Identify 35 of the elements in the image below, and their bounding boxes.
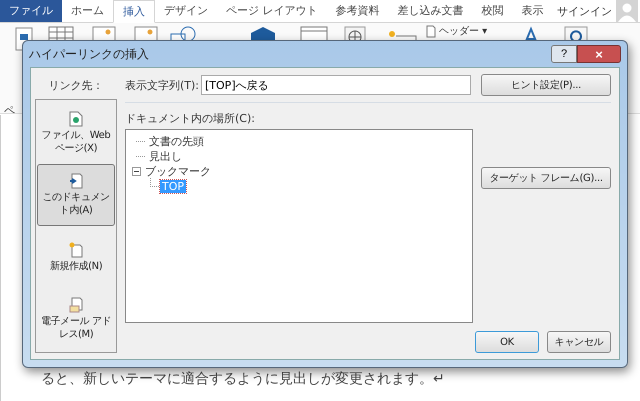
sign-in-link[interactable]: サインイン bbox=[557, 4, 612, 18]
tree-item[interactable]: 見出し bbox=[147, 149, 184, 164]
link-to-option[interactable]: このドキュメント内(A) bbox=[37, 164, 115, 226]
hint-button[interactable]: ヒント設定(P)... bbox=[481, 74, 611, 96]
ribbon-tab[interactable]: ページ レイアウト bbox=[217, 0, 326, 22]
mail-document-icon bbox=[69, 297, 83, 313]
web-page-icon bbox=[69, 111, 83, 127]
ribbon-tab[interactable]: 参考資料 bbox=[326, 0, 388, 22]
link-to-label: リンク先： bbox=[48, 78, 104, 93]
display-text-label: 表示文字列(T): bbox=[125, 78, 200, 92]
target-frame-button[interactable]: ターゲット フレーム(G)... bbox=[481, 167, 611, 189]
ribbon-tab[interactable]: 挿入 bbox=[113, 0, 155, 22]
new-document-icon bbox=[69, 242, 83, 258]
tree-item[interactable]: ブックマーク bbox=[143, 164, 213, 179]
link-to-option[interactable]: ファイル、Web ページ(X) bbox=[37, 102, 115, 164]
ok-button[interactable]: OK bbox=[475, 331, 539, 353]
ribbon-tab[interactable]: ホーム bbox=[62, 0, 113, 22]
ribbon-tab[interactable]: ファイル bbox=[0, 0, 62, 22]
close-button[interactable]: × bbox=[577, 45, 621, 63]
place-label: ドキュメント内の場所(C): bbox=[125, 111, 256, 126]
collapse-icon[interactable] bbox=[132, 167, 141, 176]
ribbon-tab[interactable]: 校閲 bbox=[472, 0, 512, 22]
header-button[interactable]: ヘッダー ▾ bbox=[426, 25, 488, 38]
display-text-field[interactable]: [TOP]へ戻る bbox=[201, 75, 471, 95]
ribbon-label: ペ bbox=[4, 103, 15, 118]
ribbon-tab[interactable]: デザイン bbox=[155, 0, 217, 22]
cancel-button[interactable]: キャンセル bbox=[547, 331, 611, 353]
link-to-option[interactable]: 新規作成(N) bbox=[37, 226, 115, 288]
link-to-option[interactable]: 電子メール アドレス(M) bbox=[37, 288, 115, 350]
document-text: ると、新しいテーマに適合するように見出しが変更されます。↵ bbox=[41, 370, 445, 388]
dialog-title: ハイパーリンクの挿入 bbox=[29, 46, 149, 62]
ribbon-tab[interactable]: 表示 bbox=[512, 0, 552, 22]
tree-item[interactable]: 文書の先頭 bbox=[147, 134, 206, 149]
help-button[interactable]: ? bbox=[551, 45, 577, 63]
ribbon-tab[interactable]: 差し込み文書 bbox=[388, 0, 472, 22]
